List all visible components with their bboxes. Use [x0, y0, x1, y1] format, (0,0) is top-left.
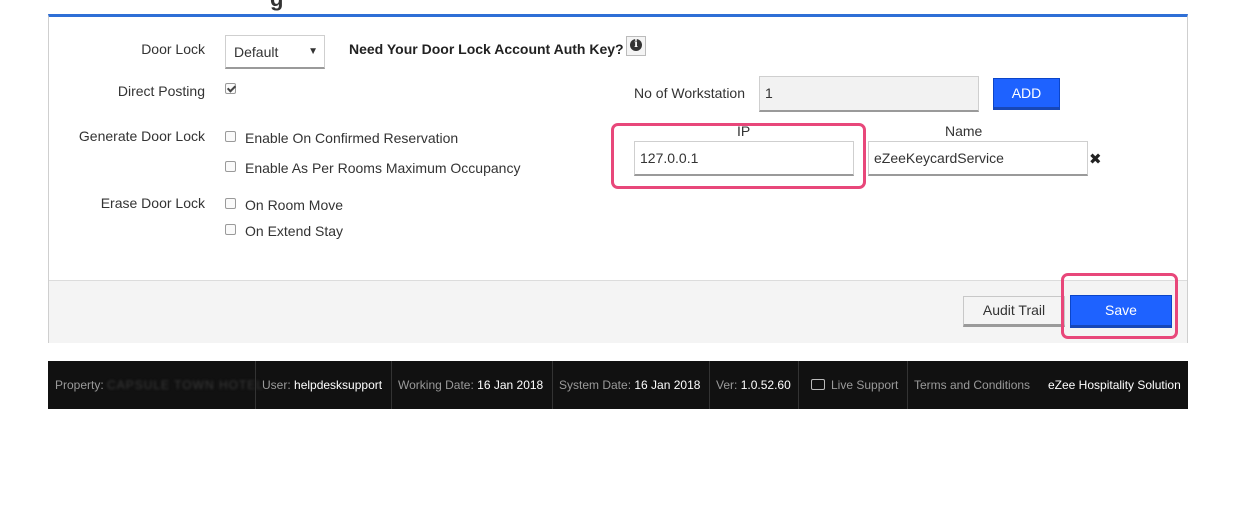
- workstation-label: No of Workstation: [634, 85, 746, 101]
- on-room-move-checkbox[interactable]: [225, 198, 236, 209]
- door-lock-settings-panel: Door Lock Default ▼ Need Your Door Lock …: [48, 14, 1188, 343]
- auth-key-text: Need Your Door Lock Account Auth Key?: [349, 41, 624, 57]
- on-extend-stay-label: On Extend Stay: [245, 223, 344, 239]
- live-support-link[interactable]: Live Support: [798, 361, 898, 409]
- chat-icon: [811, 379, 825, 390]
- generate-door-lock-label: Generate Door Lock: [78, 128, 205, 144]
- enable-max-occupancy-checkbox[interactable]: [225, 161, 236, 172]
- property-label: Property:: [55, 378, 104, 392]
- workstation-count-input[interactable]: 1: [759, 76, 979, 112]
- working-date-info: Working Date: 16 Jan 2018: [391, 361, 543, 409]
- system-date-label: System Date:: [559, 378, 632, 392]
- page-header-fragment: g: [48, 0, 1188, 15]
- version-info: Ver: 1.0.52.60: [709, 361, 791, 409]
- system-date-info: System Date: 16 Jan 2018: [552, 361, 700, 409]
- info-icon[interactable]: i: [626, 36, 646, 56]
- enable-max-occupancy-label: Enable As Per Rooms Maximum Occupancy: [245, 160, 521, 176]
- add-workstation-button[interactable]: ADD: [993, 78, 1060, 110]
- enable-confirmed-reservation-checkbox[interactable]: [225, 131, 236, 142]
- user-info: User: helpdesksupport: [255, 361, 382, 409]
- erase-door-lock-label: Erase Door Lock: [100, 195, 205, 211]
- door-lock-select-value: Default: [234, 44, 279, 60]
- user-label: User:: [262, 378, 291, 392]
- property-value: CAPSULE TOWN HOTEL: [107, 378, 264, 392]
- name-input[interactable]: eZeeKeycardService: [868, 141, 1088, 176]
- brand-label: eZee Hospitality Solution: [1048, 361, 1181, 409]
- audit-trail-button[interactable]: Audit Trail: [963, 296, 1065, 327]
- property-info: Property: CAPSULE TOWN HOTEL: [55, 361, 263, 409]
- on-extend-stay-checkbox[interactable]: [225, 224, 236, 235]
- form-footer: Audit Trail Save: [49, 273, 1187, 343]
- user-value: helpdesksupport: [294, 378, 383, 392]
- save-highlight: [1061, 273, 1178, 339]
- ip-highlight: [611, 123, 866, 189]
- live-support-label: Live Support: [831, 378, 899, 392]
- direct-posting-checkbox[interactable]: [225, 83, 236, 94]
- terms-link[interactable]: Terms and Conditions: [907, 361, 1030, 409]
- version-label: Ver:: [716, 378, 738, 392]
- working-date-label: Working Date:: [398, 378, 474, 392]
- dropdown-arrow-icon: ▼: [308, 46, 318, 57]
- close-icon[interactable]: ✖: [1089, 150, 1102, 168]
- working-date-value: 16 Jan 2018: [477, 378, 544, 392]
- door-lock-select[interactable]: Default ▼: [225, 35, 325, 69]
- terms-label: Terms and Conditions: [914, 378, 1031, 392]
- system-date-value: 16 Jan 2018: [634, 378, 701, 392]
- name-column-header: Name: [945, 123, 983, 139]
- door-lock-label: Door Lock: [141, 41, 205, 57]
- on-room-move-label: On Room Move: [245, 197, 344, 213]
- brand-text: eZee Hospitality Solution: [1048, 378, 1181, 392]
- page-title-fragment: g: [270, 0, 283, 12]
- version-value: 1.0.52.60: [740, 378, 791, 392]
- status-bar: Property: CAPSULE TOWN HOTEL User: helpd…: [48, 361, 1188, 409]
- enable-confirmed-reservation-label: Enable On Confirmed Reservation: [245, 130, 459, 146]
- direct-posting-label: Direct Posting: [117, 83, 205, 99]
